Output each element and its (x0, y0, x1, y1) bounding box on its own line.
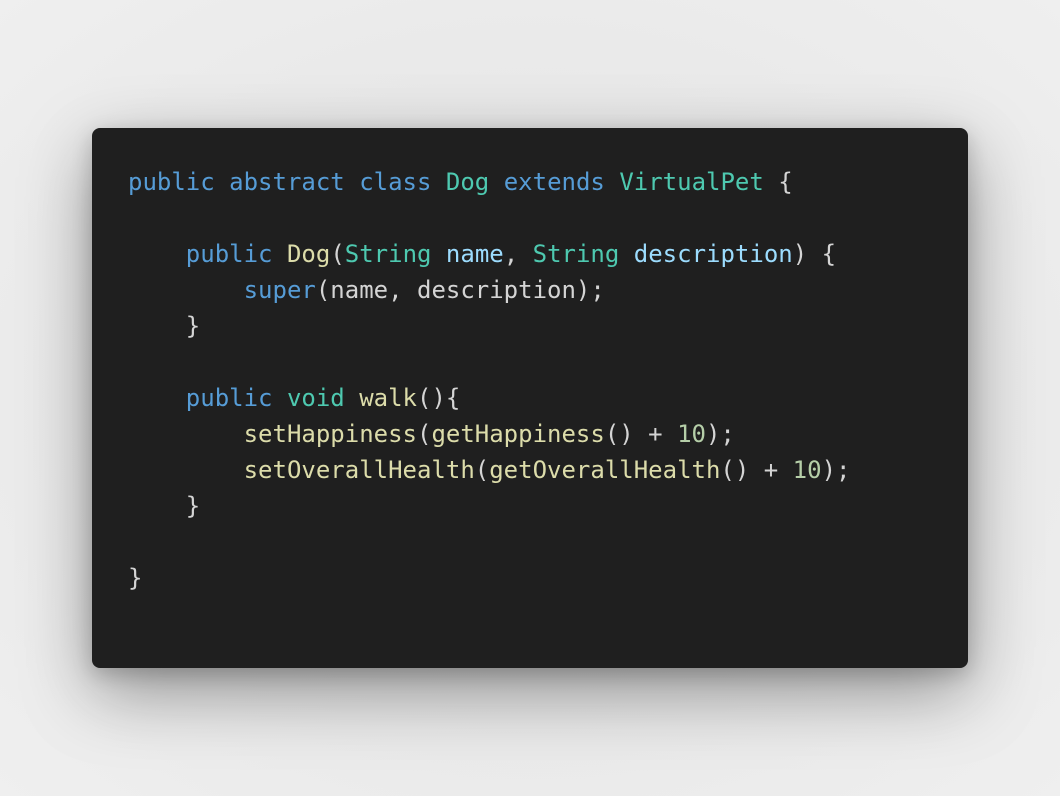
code-line: } (128, 560, 932, 596)
code-token-pun: } (128, 564, 143, 592)
code-line: } (128, 488, 932, 524)
code-window: public abstract class Dog extends Virtua… (92, 128, 968, 668)
code-token-pun: ) { (792, 240, 837, 268)
code-token-kw: super (243, 276, 316, 304)
code-token-fn: setHappiness (243, 420, 417, 448)
code-token-pun: { (763, 168, 793, 196)
code-token-fn: walk (359, 384, 417, 412)
code-line: setOverallHealth(getOverallHealth() + 10… (128, 452, 932, 488)
code-token-pun: ); (821, 456, 851, 484)
code-token-pun: ); (705, 420, 735, 448)
code-token-kw: public (128, 168, 215, 196)
code-token-kw: abstract (229, 168, 345, 196)
code-token-pun: ( (330, 240, 345, 268)
code-token-fn: setOverallHealth (243, 456, 475, 484)
code-token-num: 10 (792, 456, 822, 484)
code-line: setHappiness(getHappiness() + 10); (128, 416, 932, 452)
code-token-type: String (532, 240, 620, 268)
code-token-fn: getOverallHealth (489, 456, 721, 484)
code-block: public abstract class Dog extends Virtua… (128, 164, 932, 596)
code-token-type: VirtualPet (619, 168, 764, 196)
code-token-pun (128, 384, 186, 412)
code-token-pun: () + (604, 420, 678, 448)
code-line: public Dog(String name, String descripti… (128, 236, 932, 272)
code-token-pun (431, 168, 445, 196)
code-token-pun (345, 384, 359, 412)
code-token-pun (128, 456, 244, 484)
code-token-fn: getHappiness (431, 420, 605, 448)
code-token-pun (128, 240, 186, 268)
code-line: public void walk(){ (128, 380, 932, 416)
code-token-pun: ( (416, 420, 432, 448)
code-token-pun: () + (720, 456, 793, 484)
code-token-pun: (name, description); (315, 276, 605, 304)
code-token-pun (619, 240, 633, 268)
code-token-pun (273, 384, 287, 412)
code-token-kw: public (185, 240, 273, 268)
code-token-kw: class (359, 168, 432, 196)
code-token-fn: Dog (286, 240, 331, 268)
code-line: public abstract class Dog extends Virtua… (128, 164, 932, 200)
code-token-pun: ( (474, 456, 490, 484)
code-token-pun (431, 240, 445, 268)
code-token-num: 10 (677, 420, 706, 448)
code-token-pun (345, 168, 359, 196)
code-token-pun (128, 276, 244, 304)
code-token-pun: } (128, 312, 201, 340)
code-token-pun: (){ (417, 384, 461, 412)
code-token-kw: public (185, 384, 273, 412)
code-token-pun (128, 420, 244, 448)
code-token-type: String (344, 240, 432, 268)
code-token-kw: extends (503, 168, 605, 196)
code-token-type: void (286, 384, 345, 412)
code-line: } (128, 308, 932, 344)
code-token-type: Dog (445, 168, 490, 196)
code-token-var: name (445, 240, 504, 268)
code-token-pun: , (503, 240, 533, 268)
code-line: super(name, description); (128, 272, 932, 308)
code-token-pun (215, 168, 229, 196)
code-token-pun (605, 168, 619, 196)
code-token-var: description (633, 240, 793, 268)
code-token-pun (273, 240, 287, 268)
code-token-pun (489, 168, 503, 196)
code-token-pun: } (128, 492, 201, 520)
